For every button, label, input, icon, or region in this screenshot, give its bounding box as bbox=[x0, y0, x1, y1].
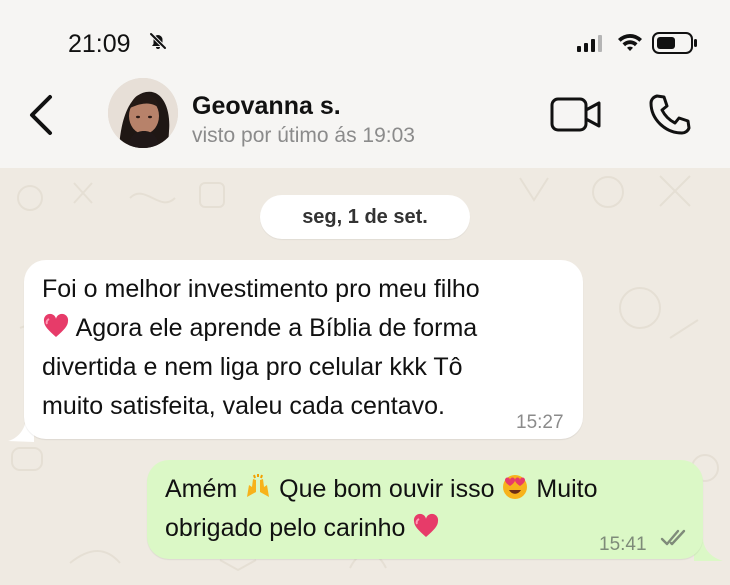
date-separator: seg, 1 de set. bbox=[260, 195, 470, 239]
heart-eyes-emoji-icon bbox=[501, 473, 529, 501]
raising-hands-emoji-icon bbox=[244, 473, 272, 501]
outgoing-message[interactable]: Amém Que bom ouvir isso Muito obrigado p… bbox=[147, 460, 703, 559]
bell-off-icon bbox=[149, 32, 167, 50]
message-line: divertida e nem liga pro celular kkk Tô bbox=[42, 353, 463, 381]
avatar[interactable] bbox=[108, 78, 178, 148]
message-time: 15:41 bbox=[599, 534, 647, 555]
message-text-segment: Que bom ouvir isso bbox=[272, 475, 502, 503]
chat-header: 21:09 Geovanna s. visto por útimo ás 19:… bbox=[0, 0, 730, 168]
heart-emoji-icon bbox=[412, 512, 440, 540]
message-text-segment: Amém bbox=[165, 475, 245, 503]
message-text-segment: Muito bbox=[529, 475, 598, 503]
message-time: 15:27 bbox=[516, 412, 564, 433]
phone-icon[interactable] bbox=[649, 93, 691, 135]
video-call-icon[interactable] bbox=[550, 96, 602, 134]
message-line: Foi o melhor investimento pro meu filho bbox=[42, 275, 480, 303]
contact-name[interactable]: Geovanna s. bbox=[192, 92, 341, 121]
message-line: Agora ele aprende a Bíblia de forma bbox=[70, 314, 478, 342]
message-line: muito satisfeita, valeu cada centavo. bbox=[42, 392, 446, 420]
heart-emoji-icon bbox=[42, 312, 70, 340]
incoming-message-text: Foi o melhor investimento pro meu filho … bbox=[42, 270, 562, 426]
incoming-message[interactable]: Foi o melhor investimento pro meu filho … bbox=[24, 260, 583, 439]
status-time: 21:09 bbox=[68, 30, 131, 58]
profile-photo bbox=[108, 78, 178, 148]
message-text-segment: obrigado pelo carinho bbox=[165, 514, 413, 542]
last-seen-status: visto por útimo ás 19:03 bbox=[192, 124, 415, 147]
battery-icon bbox=[652, 32, 697, 54]
chevron-left-icon[interactable] bbox=[26, 93, 56, 137]
double-check-icon bbox=[660, 529, 686, 546]
wifi-icon bbox=[618, 34, 642, 51]
chat-area[interactable]: seg, 1 de set. Foi o melhor investimento… bbox=[0, 168, 730, 585]
signal-icon bbox=[577, 35, 602, 52]
